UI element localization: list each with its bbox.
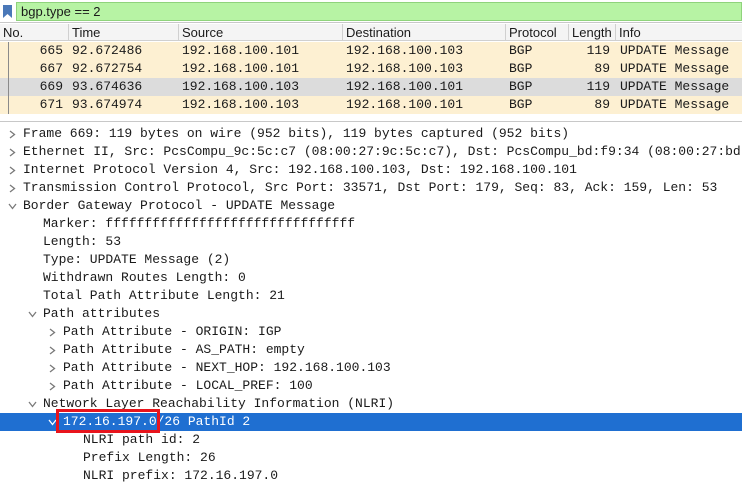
cell-protocol: BGP (509, 97, 533, 112)
tree-item[interactable]: Border Gateway Protocol - UPDATE Message (0, 197, 742, 215)
tree-item-label: Path Attribute - LOCAL_PREF: 100 (63, 378, 313, 393)
chevron-right-icon[interactable] (46, 359, 58, 377)
cell-source: 192.168.100.101 (182, 61, 300, 76)
tree-item-label: Total Path Attribute Length: 21 (43, 288, 285, 303)
tree-item[interactable]: Path attributes (0, 305, 742, 323)
cell-length: 119 (586, 79, 610, 94)
tree-item-label: Withdrawn Routes Length: 0 (43, 270, 246, 285)
cell-length: 89 (594, 97, 610, 112)
cell-protocol: BGP (509, 79, 533, 94)
packet-list-header: No. Time Source Destination Protocol Len… (0, 24, 742, 41)
tree-item-label: Transmission Control Protocol, Src Port:… (23, 180, 718, 195)
tree-item[interactable]: Transmission Control Protocol, Src Port:… (0, 179, 742, 197)
cell-info: UPDATE Message (620, 61, 730, 76)
packet-row[interactable]: 671 93.674974 192.168.100.103 192.168.100.1… (0, 96, 742, 114)
packet-row[interactable]: 665 92.672486 192.168.100.101 192.168.100.1… (0, 42, 742, 60)
chevron-right-icon[interactable] (46, 323, 58, 341)
tree-item-label: NLRI prefix: 172.16.197.0 (83, 468, 279, 483)
chevron-down-icon[interactable] (6, 197, 18, 215)
cell-destination: 192.168.100.103 (346, 43, 464, 58)
column-header-info[interactable]: Info (615, 24, 742, 41)
chevron-right-icon[interactable] (6, 125, 18, 143)
tree-item-label: 172.16.197.0/26 PathId 2 (63, 414, 251, 429)
tree-item-label: Marker: ffffffffffffffffffffffffffffffff (43, 216, 356, 231)
tree-item-label: Path Attribute - NEXT_HOP: 192.168.100.1… (63, 360, 391, 375)
tree-item-label: Network Layer Reachability Information (… (43, 396, 395, 411)
cell-destination: 192.168.100.101 (346, 79, 464, 94)
column-header-time[interactable]: Time (68, 24, 178, 41)
packet-row[interactable]: 669 93.674636 192.168.100.103 192.168.100.1… (0, 78, 742, 96)
tree-item-label: Border Gateway Protocol - UPDATE Message (23, 198, 336, 213)
display-filter-input[interactable] (16, 2, 742, 21)
chevron-right-icon[interactable] (6, 161, 18, 179)
tree-item[interactable]: Withdrawn Routes Length: 0 (0, 269, 742, 287)
tree-item[interactable]: Marker: ffffffffffffffffffffffffffffffff (0, 215, 742, 233)
tree-item[interactable]: NLRI prefix: 172.16.197.0 (0, 467, 742, 485)
packet-relation-gutter (0, 42, 16, 114)
tree-item[interactable]: 172.16.197.0/26 PathId 2 (0, 413, 742, 431)
tree-item[interactable]: Length: 53 (0, 233, 742, 251)
cell-protocol: BGP (509, 61, 533, 76)
tree-item[interactable]: Path Attribute - NEXT_HOP: 192.168.100.1… (0, 359, 742, 377)
cell-time: 93.674974 (72, 97, 143, 112)
tree-item-label: Ethernet II, Src: PcsCompu_9c:5c:c7 (08:… (23, 144, 741, 159)
cell-destination: 192.168.100.101 (346, 97, 464, 112)
chevron-right-icon[interactable] (46, 341, 58, 359)
column-header-no[interactable]: No. (0, 24, 68, 41)
cell-time: 93.674636 (72, 79, 143, 94)
column-header-length[interactable]: Length (568, 24, 615, 41)
tree-item-label: Path Attribute - AS_PATH: empty (63, 342, 305, 357)
tree-item-label: Internet Protocol Version 4, Src: 192.16… (23, 162, 577, 177)
tree-item-label: Length: 53 (43, 234, 122, 249)
tree-item[interactable]: NLRI path id: 2 (0, 431, 742, 449)
tree-item[interactable]: Path Attribute - ORIGIN: IGP (0, 323, 742, 341)
bookmark-icon[interactable] (0, 2, 15, 21)
tree-item-label: Type: UPDATE Message (2) (43, 252, 231, 267)
cell-destination: 192.168.100.103 (346, 61, 464, 76)
tree-item-label: NLRI path id: 2 (83, 432, 201, 447)
column-header-protocol[interactable]: Protocol (505, 24, 568, 41)
cell-source: 192.168.100.103 (182, 79, 300, 94)
related-packets-line (8, 42, 9, 114)
tree-item-label: Prefix Length: 26 (83, 450, 216, 465)
cell-length: 89 (594, 61, 610, 76)
chevron-right-icon[interactable] (46, 377, 58, 395)
display-filter-bar (0, 0, 742, 23)
cell-source: 192.168.100.101 (182, 43, 300, 58)
chevron-right-icon[interactable] (6, 179, 18, 197)
chevron-right-icon[interactable] (6, 143, 18, 161)
cell-length: 119 (586, 43, 610, 58)
tree-item[interactable]: Internet Protocol Version 4, Src: 192.16… (0, 161, 742, 179)
column-header-source[interactable]: Source (178, 24, 342, 41)
packet-details-pane: Frame 669: 119 bytes on wire (952 bits),… (0, 121, 742, 496)
tree-item-label: Path attributes (43, 306, 161, 321)
chevron-down-icon[interactable] (46, 413, 58, 431)
packet-row[interactable]: 667 92.672754 192.168.100.101 192.168.100.1… (0, 60, 742, 78)
packet-list: No. Time Source Destination Protocol Len… (0, 24, 742, 116)
tree-item[interactable]: Path Attribute - AS_PATH: empty (0, 341, 742, 359)
cell-time: 92.672486 (72, 43, 143, 58)
chevron-down-icon[interactable] (26, 305, 38, 323)
cell-protocol: BGP (509, 43, 533, 58)
tree-item[interactable]: Prefix Length: 26 (0, 449, 742, 467)
tree-item[interactable]: Total Path Attribute Length: 21 (0, 287, 742, 305)
cell-info: UPDATE Message (620, 97, 730, 112)
tree-item[interactable]: Network Layer Reachability Information (… (0, 395, 742, 413)
tree-item-label: Frame 669: 119 bytes on wire (952 bits),… (23, 126, 570, 141)
cell-source: 192.168.100.103 (182, 97, 300, 112)
tree-item[interactable]: Frame 669: 119 bytes on wire (952 bits),… (0, 125, 742, 143)
tree-item-label: Path Attribute - ORIGIN: IGP (63, 324, 282, 339)
tree-item[interactable]: Path Attribute - LOCAL_PREF: 100 (0, 377, 742, 395)
cell-time: 92.672754 (72, 61, 143, 76)
tree-item[interactable]: Type: UPDATE Message (2) (0, 251, 742, 269)
tree-item[interactable]: Ethernet II, Src: PcsCompu_9c:5c:c7 (08:… (0, 143, 742, 161)
chevron-down-icon[interactable] (26, 395, 38, 413)
column-header-destination[interactable]: Destination (342, 24, 505, 41)
cell-info: UPDATE Message (620, 43, 730, 58)
cell-info: UPDATE Message (620, 79, 730, 94)
